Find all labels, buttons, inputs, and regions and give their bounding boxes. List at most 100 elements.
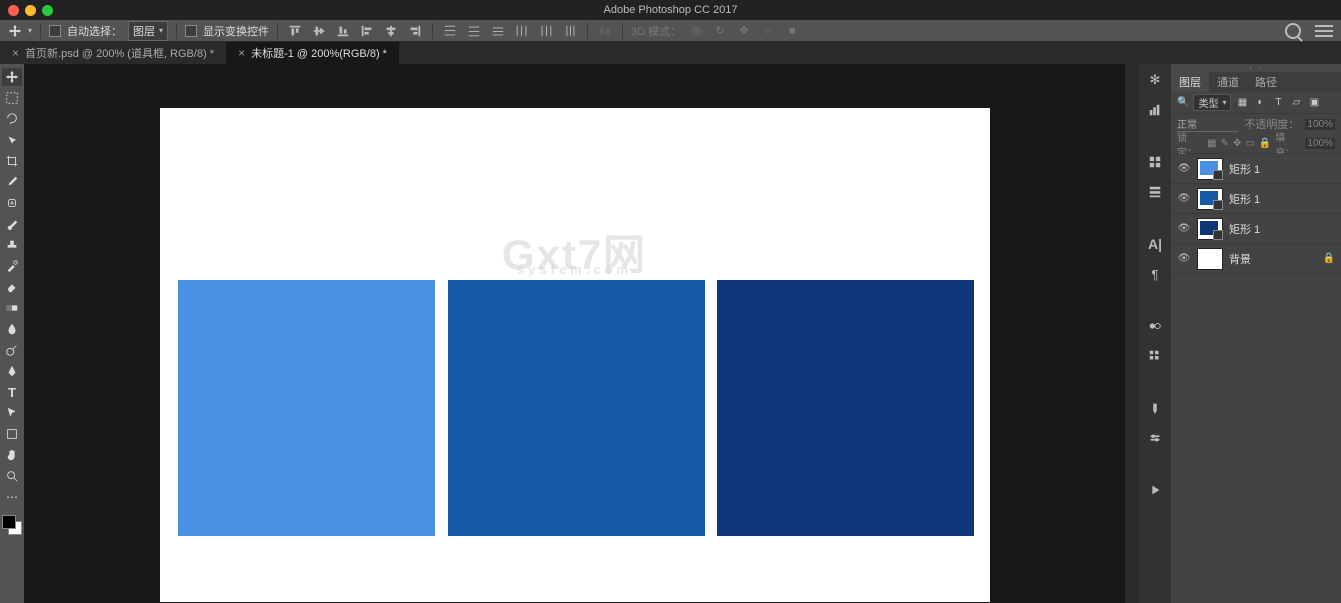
quick-select-tool[interactable] (2, 131, 22, 149)
layer-thumbnail[interactable] (1197, 218, 1223, 240)
layer-row[interactable]: 👁 背景 🔒 (1171, 244, 1341, 274)
lock-artboard-icon[interactable]: ▭ (1245, 138, 1254, 149)
align-left-button[interactable] (358, 22, 376, 40)
type-tool[interactable]: T (2, 383, 22, 401)
visibility-toggle[interactable]: 👁 (1177, 222, 1191, 236)
stamp-tool[interactable] (2, 236, 22, 254)
lock-paint-icon[interactable]: ✎ (1221, 138, 1229, 149)
path-select-tool[interactable] (2, 404, 22, 422)
distribute-bottom-button[interactable] (489, 22, 507, 40)
layer-thumbnail[interactable] (1197, 248, 1223, 270)
layer-name[interactable]: 矩形 1 (1229, 161, 1260, 177)
auto-select-checkbox[interactable] (49, 25, 61, 37)
workspace-menu-button[interactable] (1315, 25, 1333, 37)
align-bottom-button[interactable] (334, 22, 352, 40)
3d-slide-button[interactable]: ⇔ (759, 22, 777, 40)
opacity-value[interactable]: 100% (1305, 119, 1335, 130)
filter-type-dropdown[interactable]: 类型 ▾ (1193, 94, 1231, 111)
3d-orbit-button[interactable]: ◎ (687, 22, 705, 40)
align-top-button[interactable] (286, 22, 304, 40)
tab-channels[interactable]: 通道 (1209, 72, 1247, 92)
3d-panel-icon[interactable] (1145, 316, 1165, 336)
swatches-panel-icon[interactable] (1145, 100, 1165, 120)
lock-all-icon[interactable]: 🔒 (1259, 138, 1271, 149)
canvas-rect-1[interactable] (178, 280, 435, 536)
document-tab-0[interactable]: × 首页新.psd @ 200% (道具框, RGB/8) * (0, 42, 226, 64)
layer-row[interactable]: 👁 矩形 1 (1171, 214, 1341, 244)
brush-settings-panel-icon[interactable] (1145, 428, 1165, 448)
visibility-toggle[interactable]: 👁 (1177, 192, 1191, 206)
tab-layers[interactable]: 图层 (1171, 72, 1209, 92)
blur-tool[interactable] (2, 320, 22, 338)
vertical-scrollbar[interactable] (1125, 64, 1139, 603)
distribute-left-button[interactable] (513, 22, 531, 40)
fill-value[interactable]: 100% (1305, 138, 1335, 149)
layer-name[interactable]: 矩形 1 (1229, 191, 1260, 207)
layer-name[interactable]: 背景 (1229, 251, 1251, 267)
close-tab-icon[interactable]: × (12, 46, 19, 60)
canvas-area[interactable]: Gxt7网 system.com (24, 64, 1125, 603)
filter-type-icon[interactable]: T (1271, 96, 1285, 110)
filter-pixel-icon[interactable]: ▦ (1235, 96, 1249, 110)
layer-row[interactable]: 👁 矩形 1 (1171, 154, 1341, 184)
lasso-tool[interactable] (2, 110, 22, 128)
tab-paths[interactable]: 路径 (1247, 72, 1285, 92)
history-brush-tool[interactable] (2, 257, 22, 275)
eyedropper-tool[interactable] (2, 173, 22, 191)
canvas-rect-2[interactable] (448, 280, 705, 536)
canvas-rect-3[interactable] (717, 280, 974, 536)
distribute-top-button[interactable] (441, 22, 459, 40)
foreground-color-swatch[interactable] (2, 515, 16, 529)
visibility-toggle[interactable]: 👁 (1177, 162, 1191, 176)
hand-tool[interactable] (2, 446, 22, 464)
filter-adjust-icon[interactable]: ◐ (1253, 96, 1267, 110)
properties-panel-icon[interactable] (1145, 346, 1165, 366)
styles-panel-icon[interactable] (1145, 182, 1165, 202)
move-tool-chevron-icon[interactable]: ▾ (28, 26, 32, 35)
filter-search-icon[interactable]: 🔍 (1177, 97, 1189, 108)
minimize-window-button[interactable] (25, 5, 36, 16)
color-panel-icon[interactable]: ✻ (1145, 70, 1165, 90)
layer-name[interactable]: 矩形 1 (1229, 221, 1260, 237)
visibility-toggle[interactable]: 👁 (1177, 252, 1191, 266)
filter-smart-icon[interactable]: ▣ (1307, 96, 1321, 110)
distribute-hcenter-button[interactable] (537, 22, 555, 40)
eraser-tool[interactable] (2, 278, 22, 296)
pen-tool[interactable] (2, 362, 22, 380)
distribute-right-button[interactable] (561, 22, 579, 40)
adjustments-panel-icon[interactable] (1145, 152, 1165, 172)
lock-position-icon[interactable]: ✥ (1233, 138, 1241, 149)
healing-tool[interactable] (2, 194, 22, 212)
layer-thumbnail[interactable] (1197, 158, 1223, 180)
panel-grip[interactable]: • • (1171, 64, 1341, 72)
marquee-tool[interactable] (2, 89, 22, 107)
distribute-vcenter-button[interactable] (465, 22, 483, 40)
document-tab-1[interactable]: × 未标题-1 @ 200%(RGB/8) * (226, 42, 399, 64)
canvas[interactable] (160, 108, 990, 602)
3d-pan-button[interactable]: ✥ (735, 22, 753, 40)
brushes-panel-icon[interactable] (1145, 398, 1165, 418)
zoom-tool[interactable] (2, 467, 22, 485)
close-tab-icon[interactable]: × (238, 46, 245, 60)
layer-row[interactable]: 👁 矩形 1 (1171, 184, 1341, 214)
close-window-button[interactable] (8, 5, 19, 16)
character-panel-icon[interactable]: A| (1145, 234, 1165, 254)
move-tool[interactable] (2, 68, 22, 86)
auto-align-button[interactable] (596, 22, 614, 40)
gradient-tool[interactable] (2, 299, 22, 317)
search-button[interactable] (1285, 23, 1301, 39)
shape-tool[interactable] (2, 425, 22, 443)
align-vcenter-button[interactable] (310, 22, 328, 40)
edit-toolbar-button[interactable]: ⋯ (2, 488, 22, 506)
align-right-button[interactable] (406, 22, 424, 40)
brush-tool[interactable] (2, 215, 22, 233)
3d-roll-button[interactable]: ↻ (711, 22, 729, 40)
align-hcenter-button[interactable] (382, 22, 400, 40)
paragraph-panel-icon[interactable]: ¶ (1145, 264, 1165, 284)
maximize-window-button[interactable] (42, 5, 53, 16)
show-transform-checkbox[interactable] (185, 25, 197, 37)
lock-transparent-icon[interactable]: ▦ (1207, 138, 1216, 149)
layer-thumbnail[interactable] (1197, 188, 1223, 210)
filter-shape-icon[interactable]: ▱ (1289, 96, 1303, 110)
color-swatches[interactable] (2, 515, 22, 535)
